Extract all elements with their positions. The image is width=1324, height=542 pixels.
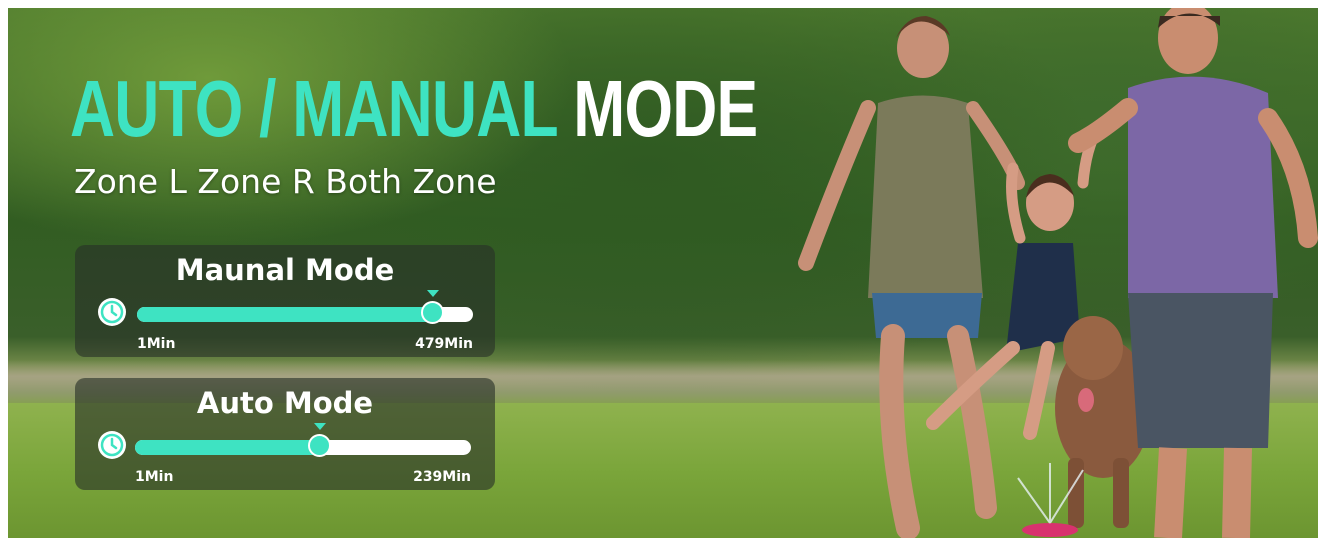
- zone-subtitle: Zone L Zone R Both Zone: [74, 162, 497, 201]
- manual-mode-panel: Maunal Mode 1Min 479Min: [75, 245, 495, 357]
- auto-slider-pointer: [313, 423, 326, 430]
- headline-accent-text: AUTO / MANUAL: [70, 64, 558, 153]
- auto-mode-panel: Auto Mode 1Min 239Min: [75, 378, 495, 490]
- auto-mode-title: Auto Mode: [196, 386, 374, 420]
- auto-duration-slider[interactable]: [135, 423, 471, 457]
- clock-icon: [98, 431, 126, 459]
- manual-slider-pointer: [426, 290, 439, 297]
- auto-max-label: 239Min: [413, 469, 471, 485]
- manual-min-label: 1Min: [137, 336, 176, 352]
- clock-icon: [98, 298, 126, 326]
- family-photo: [798, 8, 1318, 538]
- manual-slider-knob[interactable]: [420, 301, 444, 324]
- auto-min-label: 1Min: [135, 469, 174, 485]
- headline-title: AUTO / MANUAL MODE: [70, 64, 758, 154]
- manual-mode-title: Maunal Mode: [175, 253, 395, 287]
- manual-max-label: 479Min: [415, 336, 473, 352]
- hero-banner: AUTO / MANUAL MODE Zone L Zone R Both Zo…: [8, 8, 1318, 538]
- manual-duration-slider[interactable]: [137, 290, 473, 324]
- woman-figure: [798, 16, 1025, 538]
- headline-plain-text: MODE: [556, 64, 758, 153]
- auto-slider-fill: [135, 440, 320, 455]
- manual-slider-fill: [137, 307, 433, 322]
- auto-slider-knob[interactable]: [307, 434, 331, 457]
